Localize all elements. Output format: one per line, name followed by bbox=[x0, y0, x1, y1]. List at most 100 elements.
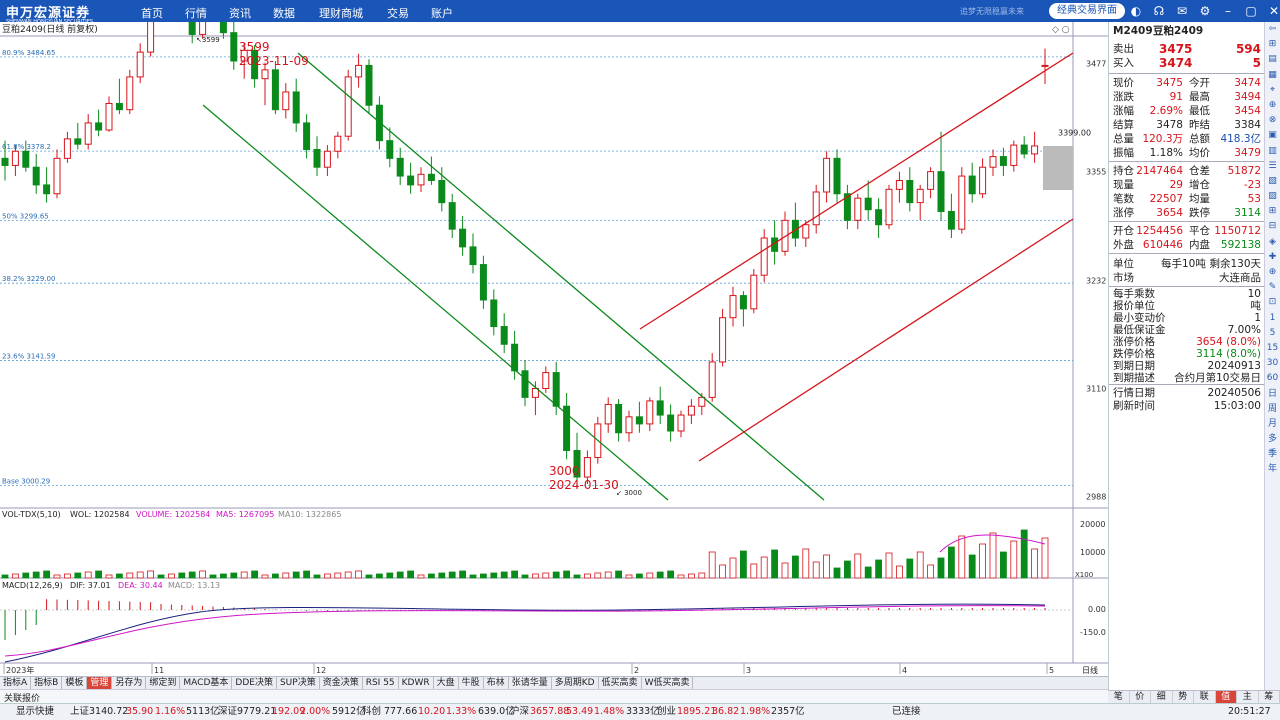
toolbar-button-16[interactable]: ⊕ bbox=[1265, 265, 1280, 280]
panel-tab-2[interactable]: 细 bbox=[1151, 691, 1173, 703]
toolbar-button-11[interactable]: ▨ bbox=[1265, 189, 1280, 204]
panel-tab-1[interactable]: 价 bbox=[1130, 691, 1151, 703]
menu-item-6[interactable]: 账户 bbox=[420, 5, 464, 21]
toolbar-button-22[interactable]: 30 bbox=[1265, 356, 1280, 371]
toolbar-button-18[interactable]: ⊡ bbox=[1265, 295, 1280, 310]
chart-area[interactable]: 豆粕2409(日线 前复权) ◇ ○ 80.9% 3484.65 61.8% 3378… bbox=[0, 22, 1108, 676]
toolbar-button-4[interactable]: ⌖ bbox=[1265, 83, 1280, 98]
right-toolbar[interactable]: ⇦ ⊞ ▤ ▦ ⌖ ⊕ ⊗ ▣ ▥ ☰ ▧ ▨ ⊞ ⊟ ◈ ✚ ⊕ ✎ ⊡ 1 5 15 30 60 日周月多季年 bbox=[1264, 22, 1280, 690]
indicator-tab-8[interactable]: SUP决策 bbox=[277, 677, 320, 689]
vol-bar bbox=[199, 570, 207, 579]
toolbar-button-26[interactable]: 月 bbox=[1265, 417, 1280, 432]
menu-item-4[interactable]: 理财商城 bbox=[306, 5, 376, 21]
panel-tabs[interactable]: 笔价细势联值主筹 bbox=[1108, 690, 1280, 703]
toolbar-button-5[interactable]: ⊕ bbox=[1265, 98, 1280, 113]
toolbar-button-6[interactable]: ⊗ bbox=[1265, 113, 1280, 128]
trend-line-up-upper bbox=[639, 52, 1074, 330]
indicator-tab-15[interactable]: 张请华量 bbox=[509, 677, 552, 689]
indicator-tab-1[interactable]: 指标B bbox=[31, 677, 63, 689]
toolbar-button-2[interactable]: ▤ bbox=[1265, 52, 1280, 67]
indicator-tab-16[interactable]: 多周期KD bbox=[552, 677, 599, 689]
panel-tab-5[interactable]: 值 bbox=[1215, 691, 1237, 703]
indicator-tab-7[interactable]: DDE决策 bbox=[232, 677, 277, 689]
toolbar-button-24[interactable]: 日 bbox=[1265, 387, 1280, 402]
skin-icon[interactable]: ◐ bbox=[1128, 3, 1144, 19]
menu-item-0[interactable]: 首页 bbox=[130, 5, 174, 21]
field-value: 3114 bbox=[1234, 207, 1261, 219]
toolbar-button-10[interactable]: ▧ bbox=[1265, 174, 1280, 189]
indicator-tab-18[interactable]: W低买高卖 bbox=[642, 677, 694, 689]
indicator-tab-12[interactable]: 大盘 bbox=[434, 677, 459, 689]
toolbar-button-12[interactable]: ⊞ bbox=[1265, 204, 1280, 219]
indicator-tab-0[interactable]: 指标A bbox=[0, 677, 32, 689]
indicator-tab-6[interactable]: MACD基本 bbox=[180, 677, 233, 689]
indicator-tab-3[interactable]: 管理 bbox=[87, 677, 113, 689]
toolbar-button-15[interactable]: ✚ bbox=[1265, 250, 1280, 265]
kline-chart[interactable]: 豆粕2409(日线 前复权) ◇ ○ 80.9% 3484.65 61.8% 3378… bbox=[0, 22, 1108, 676]
toolbar-button-21[interactable]: 15 bbox=[1265, 341, 1280, 356]
settings-icon[interactable]: ⚙ bbox=[1197, 3, 1213, 19]
vol-bar bbox=[282, 572, 290, 579]
chart-menu-icon[interactable]: ◇ ○ bbox=[1052, 25, 1070, 35]
vol-ma5: MA5: 1267095 bbox=[216, 510, 274, 519]
candle-body bbox=[677, 414, 685, 432]
toolbar-button-9[interactable]: ☰ bbox=[1265, 159, 1280, 174]
close-icon[interactable]: ✕ bbox=[1266, 3, 1280, 19]
vol-bar bbox=[74, 572, 82, 579]
vol-bar bbox=[823, 554, 830, 579]
indicator-tabs[interactable]: 指标A 指标B 模板 管理 另存为 绑定到 MACD基本 DDE决策 SUP决策 资金决策 RSI … bbox=[0, 676, 1108, 689]
panel-tab-6[interactable]: 主 bbox=[1237, 691, 1259, 703]
panel-tab-7[interactable]: 筹 bbox=[1259, 691, 1280, 703]
vol-bar bbox=[261, 574, 269, 579]
quote-row: 开仓 1254456 平仓 1150712 bbox=[1113, 224, 1261, 238]
toolbar-button-13[interactable]: ⊟ bbox=[1265, 219, 1280, 234]
vol-bar bbox=[500, 571, 508, 579]
indicator-tab-14[interactable]: 布林 bbox=[484, 677, 509, 689]
toolbar-button-27[interactable]: 多 bbox=[1265, 432, 1280, 447]
indicator-tab-2[interactable]: 模板 bbox=[62, 677, 88, 689]
vol-bar bbox=[937, 557, 945, 579]
toolbar-button-3[interactable]: ▦ bbox=[1265, 68, 1280, 83]
toolbar-button-23[interactable]: 60 bbox=[1265, 371, 1280, 386]
panel-tab-0[interactable]: 笔 bbox=[1108, 691, 1130, 703]
panel-tab-3[interactable]: 势 bbox=[1173, 691, 1194, 703]
toolbar-button-0[interactable]: ⇦ bbox=[1265, 22, 1280, 37]
status-sh_amt: 5113亿 bbox=[186, 706, 220, 717]
toolbar-button-1[interactable]: ⊞ bbox=[1265, 37, 1280, 52]
indicator-tab-10[interactable]: RSI 55 bbox=[363, 677, 399, 689]
headset-icon[interactable]: ☊ bbox=[1151, 3, 1167, 19]
toolbar-button-28[interactable]: 季 bbox=[1265, 447, 1280, 462]
toolbar-button-8[interactable]: ▥ bbox=[1265, 144, 1280, 159]
indicator-tab-13[interactable]: 牛股 bbox=[459, 677, 484, 689]
toolbar-button-7[interactable]: ▣ bbox=[1265, 128, 1280, 143]
indicator-tab-5[interactable]: 绑定到 bbox=[146, 677, 181, 689]
message-icon[interactable]: ✉ bbox=[1174, 3, 1190, 19]
field-value: 3654 bbox=[1156, 207, 1183, 219]
panel-tab-4[interactable]: 联 bbox=[1194, 691, 1216, 703]
toolbar-button-25[interactable]: 周 bbox=[1265, 402, 1280, 417]
candle-body bbox=[979, 166, 987, 195]
minimize-icon[interactable]: – bbox=[1220, 3, 1236, 19]
toolbar-button-20[interactable]: 5 bbox=[1265, 326, 1280, 341]
menu-item-3[interactable]: 数据 bbox=[262, 5, 306, 21]
indicator-tab-9[interactable]: 资金决策 bbox=[320, 677, 363, 689]
menu-item-1[interactable]: 行情 bbox=[174, 5, 218, 21]
toolbar-button-17[interactable]: ✎ bbox=[1265, 280, 1280, 295]
toolbar-button-19[interactable]: 1 bbox=[1265, 311, 1280, 326]
period-label[interactable]: 日线 bbox=[1082, 665, 1098, 675]
indicator-tab-4[interactable]: 另存为 bbox=[112, 677, 147, 689]
classic-trade-button[interactable]: 经典交易界面 bbox=[1049, 3, 1125, 19]
menu-item-2[interactable]: 资讯 bbox=[218, 5, 262, 21]
indicator-tab-17[interactable]: 低买高卖 bbox=[599, 677, 642, 689]
indicator-tab-11[interactable]: KDWR bbox=[399, 677, 434, 689]
trend-line-down-upper bbox=[297, 52, 825, 501]
toolbar-button-14[interactable]: ◈ bbox=[1265, 235, 1280, 250]
maximize-icon[interactable]: ▢ bbox=[1243, 3, 1259, 19]
vol-wol: WOL: 1202584 bbox=[70, 510, 130, 519]
meta-value: 20240506 bbox=[1207, 387, 1261, 399]
x-axis-label: 2 bbox=[634, 666, 639, 675]
menu-item-5[interactable]: 交易 bbox=[376, 5, 420, 21]
info-value: 3114 (8.0%) bbox=[1196, 348, 1261, 360]
toolbar-button-29[interactable]: 年 bbox=[1265, 462, 1280, 477]
vol-bar bbox=[989, 532, 997, 579]
